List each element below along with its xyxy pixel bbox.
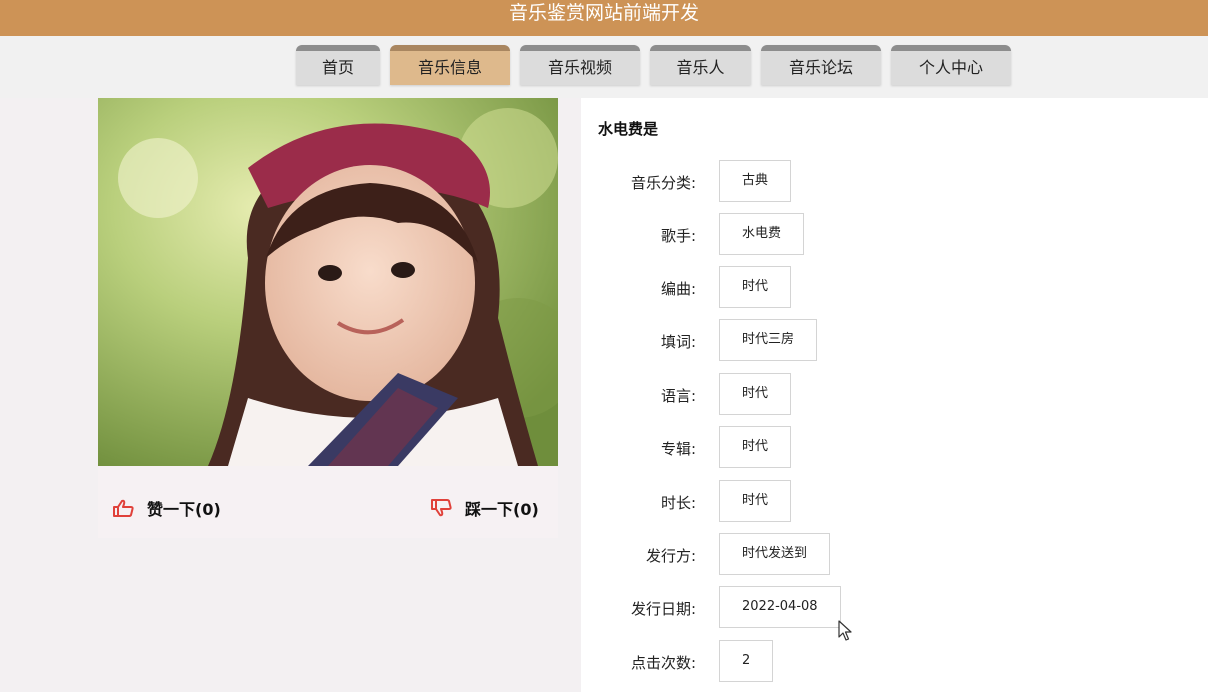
field-value: 时代 <box>719 266 792 308</box>
tab-home[interactable]: 首页 <box>296 45 380 85</box>
tab-music-video[interactable]: 音乐视频 <box>520 45 640 85</box>
field-label: 发行方: <box>645 547 696 565</box>
field-value: 时代 <box>719 480 792 522</box>
like-button[interactable]: 赞一下(0) <box>112 495 221 521</box>
tab-music-forum[interactable]: 音乐论坛 <box>761 45 881 85</box>
field-label: 歌手: <box>660 227 696 245</box>
tab-label: 音乐信息 <box>417 58 482 77</box>
mouse-pointer-icon <box>838 620 854 646</box>
tab-music-info[interactable]: 音乐信息 <box>390 45 510 85</box>
field-label: 语言: <box>660 387 696 405</box>
field-label: 发行日期: <box>630 600 696 618</box>
tab-musicians[interactable]: 音乐人 <box>650 45 751 85</box>
thumbs-down-icon <box>431 499 452 517</box>
site-header: 音乐鉴赏网站前端开发 <box>0 0 1208 37</box>
field-value: 时代三房 <box>719 319 818 361</box>
tab-personal-center[interactable]: 个人中心 <box>891 45 1011 85</box>
like-label: 赞一下(0) <box>147 500 221 519</box>
tab-label: 首页 <box>321 58 354 77</box>
field-value: 2022-04-08 <box>719 586 841 628</box>
field-value: 时代 <box>719 426 792 468</box>
field-value: 时代 <box>719 373 792 415</box>
field-value: 时代发送到 <box>719 533 831 575</box>
tab-label: 个人中心 <box>918 58 983 77</box>
main-nav: 首页 音乐信息 音乐视频 音乐人 音乐论坛 个人中心 <box>296 45 1011 86</box>
song-title: 水电费是 <box>598 120 659 138</box>
tab-label: 音乐论坛 <box>788 58 853 77</box>
field-label: 点击次数: <box>630 654 696 672</box>
field-value: 古典 <box>719 160 792 202</box>
dislike-label: 踩一下(0) <box>465 500 539 519</box>
field-value: 2 <box>719 640 774 682</box>
song-cover-image <box>98 98 558 466</box>
cover-panel <box>98 98 558 538</box>
tab-label: 音乐视频 <box>547 58 612 77</box>
tab-label: 音乐人 <box>676 58 725 77</box>
field-label: 音乐分类: <box>630 174 696 192</box>
field-label: 专辑: <box>660 440 696 458</box>
field-label: 编曲: <box>660 280 696 298</box>
field-value: 水电费 <box>719 213 805 255</box>
thumbs-up-icon <box>113 499 134 517</box>
site-title: 音乐鉴赏网站前端开发 <box>508 2 699 24</box>
field-label: 时长: <box>660 494 696 512</box>
dislike-button[interactable]: 踩一下(0) <box>430 495 539 521</box>
field-label: 填词: <box>660 333 696 351</box>
